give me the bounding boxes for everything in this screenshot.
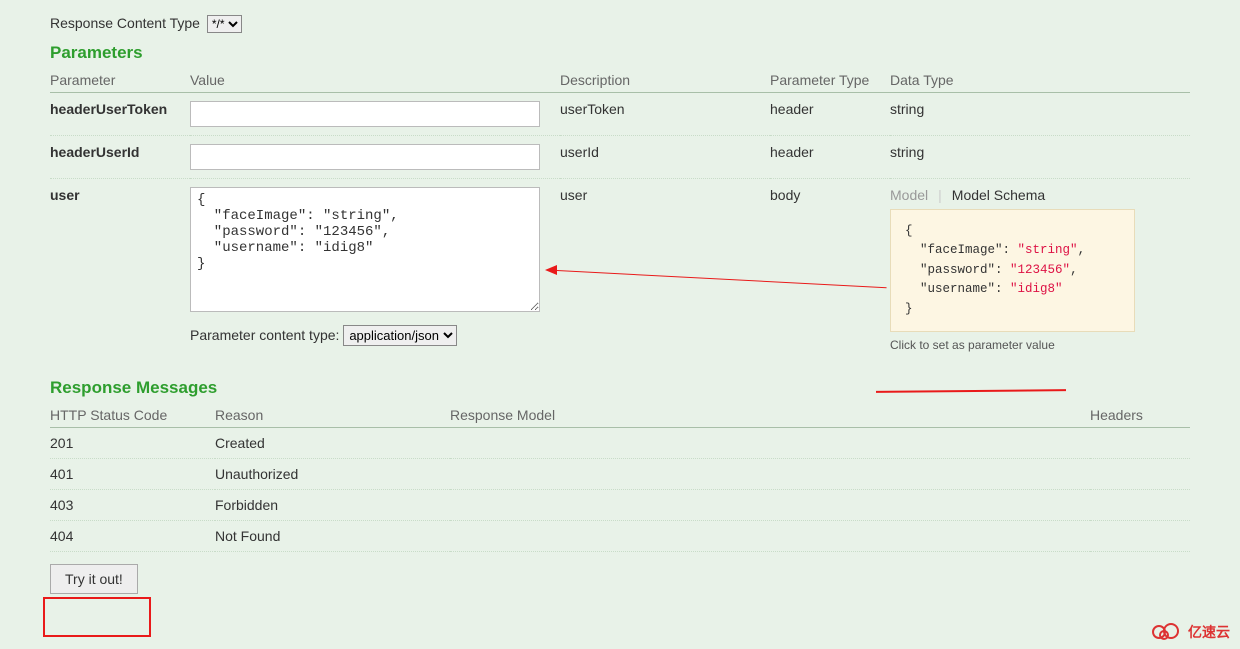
response-content-type-label: Response Content Type [50,15,200,31]
resp-code: 404 [50,520,215,551]
th-param-type: Parameter Type [770,68,890,93]
table-row: 404 Not Found [50,520,1190,551]
param-content-type-select[interactable]: application/json [343,325,457,346]
param-row: headerUserToken userToken header string [50,93,1190,136]
param-content-type-label: Parameter content type: [190,327,339,343]
param-type: header [770,136,890,179]
resp-code: 201 [50,427,215,458]
th-parameter: Parameter [50,68,190,93]
th-description: Description [560,68,770,93]
tab-model[interactable]: Model [890,187,938,203]
brand-logo: 亿速云 [1150,620,1230,644]
response-messages-heading: Response Messages [50,378,1190,398]
logo-text: 亿速云 [1188,622,1230,642]
param-description: userToken [560,93,770,136]
param-name: user [50,179,190,360]
param-type: header [770,93,890,136]
param-row: headerUserId userId header string [50,136,1190,179]
model-schema-box[interactable]: { "faceImage": "string", "password": "12… [890,209,1135,332]
table-row: 401 Unauthorized [50,458,1190,489]
try-it-out-button[interactable]: Try it out! [50,564,138,594]
param-name: headerUserId [50,136,190,179]
parameters-table: Parameter Value Description Parameter Ty… [50,68,1190,360]
table-row: 403 Forbidden [50,489,1190,520]
response-content-type-select[interactable]: */* [207,15,242,33]
resp-code: 401 [50,458,215,489]
th-status-code: HTTP Status Code [50,403,215,428]
user-body-textarea[interactable] [190,187,540,312]
annotation-highlight-box [43,597,151,637]
th-data-type: Data Type [890,68,1190,93]
headerUserToken-input[interactable] [190,101,540,127]
resp-reason: Forbidden [215,489,450,520]
param-datatype: string [890,93,1190,136]
param-datatype: string [890,136,1190,179]
resp-code: 403 [50,489,215,520]
response-messages-table: HTTP Status Code Reason Response Model H… [50,403,1190,552]
th-reason: Reason [215,403,450,428]
param-name: headerUserToken [50,93,190,136]
th-value: Value [190,68,560,93]
tab-model-schema[interactable]: Model Schema [952,187,1055,203]
logo-icon [1150,620,1184,644]
th-response-model: Response Model [450,403,1090,428]
resp-reason: Created [215,427,450,458]
param-description: userId [560,136,770,179]
headerUserId-input[interactable] [190,144,540,170]
click-to-set-hint[interactable]: Click to set as parameter value [890,338,1182,352]
param-row-body: user Parameter content type: application… [50,179,1190,360]
parameters-heading: Parameters [50,43,1190,63]
resp-reason: Not Found [215,520,450,551]
table-row: 201 Created [50,427,1190,458]
resp-reason: Unauthorized [215,458,450,489]
th-headers: Headers [1090,403,1190,428]
param-description: user [560,179,770,360]
param-type: body [770,179,890,360]
